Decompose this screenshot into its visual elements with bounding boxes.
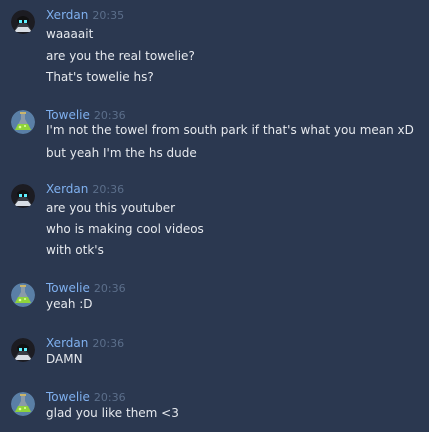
message-text: are you the real towelie?: [46, 49, 195, 63]
user-avatar-towelie[interactable]: [11, 392, 35, 416]
message-text: but yeah I'm the hs dude: [46, 146, 197, 160]
timestamp: 20:36: [93, 109, 126, 122]
robot-avatar-icon: [11, 338, 35, 362]
username[interactable]: Towelie: [46, 108, 90, 122]
timestamp: 20:36: [93, 282, 126, 295]
message-text: waaaait: [46, 27, 94, 41]
message-text: yeah :D: [46, 297, 93, 311]
message-header: Xerdan 20:35: [46, 8, 124, 22]
robot-avatar-icon: [11, 10, 35, 34]
user-avatar-towelie[interactable]: [11, 283, 35, 307]
username[interactable]: Towelie: [46, 390, 90, 404]
message-header: Xerdan 20:36: [46, 336, 124, 350]
username[interactable]: Xerdan: [46, 8, 88, 22]
user-avatar-xerdan[interactable]: [11, 338, 35, 362]
flask-avatar-icon: [11, 110, 35, 134]
message-text: who is making cool videos: [46, 222, 204, 236]
flask-avatar-icon: [11, 392, 35, 416]
message-header: Xerdan 20:36: [46, 182, 124, 196]
message-header: Towelie 20:36: [46, 390, 126, 404]
message-text: are you this youtuber: [46, 201, 176, 215]
username[interactable]: Towelie: [46, 281, 90, 295]
flask-avatar-icon: [11, 283, 35, 307]
message-text: with otk's: [46, 243, 104, 257]
timestamp: 20:36: [92, 183, 125, 196]
user-avatar-xerdan[interactable]: [11, 184, 35, 208]
message-text: glad you like them <3: [46, 406, 179, 420]
username[interactable]: Xerdan: [46, 336, 88, 350]
timestamp: 20:36: [93, 391, 126, 404]
message-text: That's towelie hs?: [46, 70, 154, 84]
message-text: DAMN: [46, 352, 83, 366]
timestamp: 20:36: [92, 337, 125, 350]
username[interactable]: Xerdan: [46, 182, 88, 196]
user-avatar-xerdan[interactable]: [11, 10, 35, 34]
robot-avatar-icon: [11, 184, 35, 208]
timestamp: 20:35: [92, 9, 125, 22]
user-avatar-towelie[interactable]: [11, 110, 35, 134]
message-header: Towelie 20:36: [46, 108, 126, 122]
message-text: I'm not the towel from south park if tha…: [46, 123, 414, 137]
message-header: Towelie 20:36: [46, 281, 126, 295]
